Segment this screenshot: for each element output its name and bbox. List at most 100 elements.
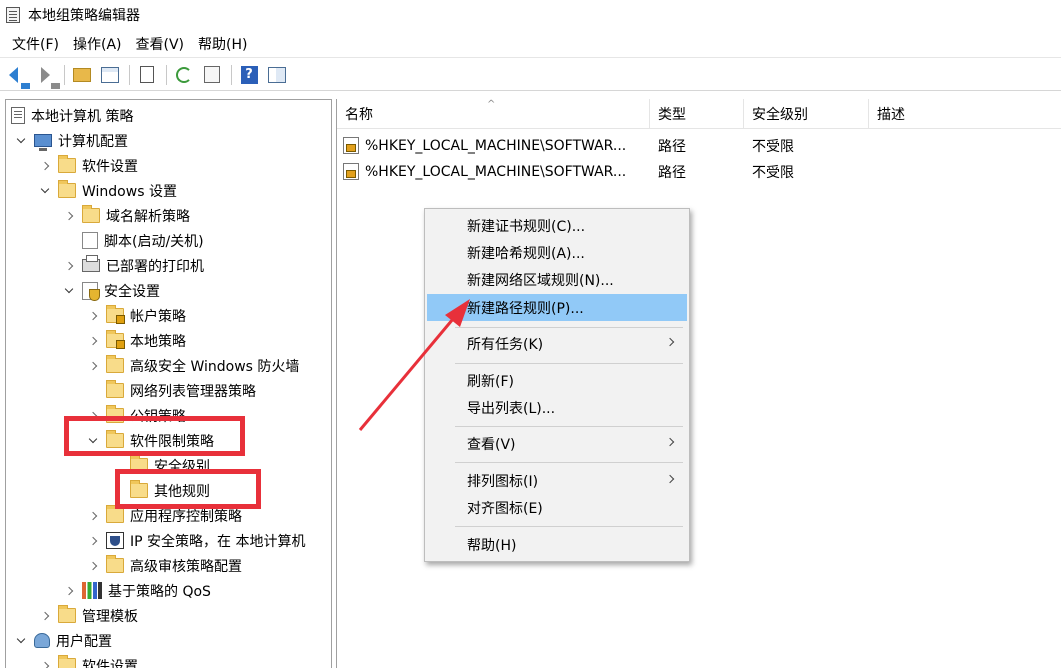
tree-item-windows-settings[interactable]: Windows 设置: [38, 178, 177, 203]
menu-item-label: 排列图标(I): [467, 473, 539, 490]
menu-help[interactable]: 帮助(H): [191, 34, 254, 54]
menu-separator: [455, 462, 683, 463]
toolbar-separator: [129, 64, 130, 85]
menu-separator: [455, 526, 683, 527]
tree-item-software-settings[interactable]: 软件设置: [38, 153, 138, 178]
menu-action[interactable]: 操作(A): [66, 34, 129, 54]
folder-icon: [106, 380, 124, 398]
show-hide-tree-button[interactable]: [99, 64, 121, 86]
tree-item-local-computer-policy[interactable]: 本地计算机 策略: [11, 103, 133, 128]
chevron-right-icon[interactable]: [38, 659, 52, 668]
menu-item-new-certificate-rule[interactable]: 新建证书规则(C)...: [427, 212, 687, 239]
list-item[interactable]: %HKEY_LOCAL_MACHINE\SOFTWAR... 路径 不受限: [337, 159, 1061, 184]
tree-pane[interactable]: 本地计算机 策略 计算机配置 软件设置 Windows 设置 域名解析策略 脚本…: [5, 99, 332, 668]
annotation-highlight-box: [64, 416, 245, 456]
annotation-arrow-icon: [358, 299, 470, 431]
export-list-icon: [204, 66, 220, 83]
forward-button[interactable]: [34, 64, 60, 89]
chevron-right-icon[interactable]: [86, 559, 100, 573]
submenu-arrow-icon: [665, 337, 675, 347]
tree-item-label: 软件设置: [82, 158, 138, 175]
tree-item-windows-firewall[interactable]: 高级安全 Windows 防火墙: [86, 353, 299, 378]
chevron-right-icon[interactable]: [86, 309, 100, 323]
list-item[interactable]: %HKEY_LOCAL_MACHINE\SOFTWAR... 路径 不受限: [337, 133, 1061, 158]
menu-separator: [455, 426, 683, 427]
menu-item-new-hash-rule[interactable]: 新建哈希规则(A)...: [427, 239, 687, 266]
tree-item-label: 域名解析策略: [106, 208, 190, 225]
script-icon: [82, 232, 98, 249]
folder-icon: [58, 655, 76, 668]
tree-item-label: 高级审核策略配置: [130, 558, 242, 575]
menu-file[interactable]: 文件(F): [5, 34, 66, 54]
tree-item-label: 计算机配置: [58, 133, 128, 150]
window-title: 本地组策略编辑器: [28, 8, 140, 24]
users-icon: [34, 633, 50, 648]
column-header-type[interactable]: 类型: [650, 99, 744, 129]
menu-item-line-up-icons[interactable]: 对齐图标(E): [427, 494, 687, 521]
refresh-button[interactable]: [173, 64, 195, 86]
group-policy-app-icon: [6, 7, 20, 23]
chevron-right-icon[interactable]: [38, 159, 52, 173]
chevron-down-icon[interactable]: [14, 134, 28, 148]
tree-item-user-config[interactable]: 用户配置: [14, 628, 112, 653]
chevron-right-icon[interactable]: [86, 509, 100, 523]
help-button[interactable]: ?: [238, 64, 260, 86]
properties-button[interactable]: [136, 64, 158, 86]
menu-item-help[interactable]: 帮助(H): [427, 531, 687, 558]
column-header-label: 名称: [345, 107, 373, 123]
tree-item-label: 已部署的打印机: [106, 258, 204, 275]
tree-item-label: IP 安全策略，在 本地计算机: [130, 533, 306, 550]
menu-view[interactable]: 查看(V): [129, 34, 192, 54]
tree-item-user-software-settings[interactable]: 软件设置: [38, 653, 138, 668]
column-header-description[interactable]: 描述: [869, 99, 1061, 129]
forward-arrow-icon: [40, 66, 60, 89]
column-header-label: 类型: [658, 107, 686, 123]
tree-item-deployed-printers[interactable]: 已部署的打印机: [62, 253, 204, 278]
security-icon: [82, 281, 100, 301]
chevron-right-icon[interactable]: [62, 209, 76, 223]
chevron-right-icon[interactable]: [86, 534, 100, 548]
tree-item-label: 本地策略: [130, 333, 186, 350]
tree-item-name-resolution-policy[interactable]: 域名解析策略: [62, 203, 190, 228]
policy-icon: [11, 107, 25, 124]
menu-item-label: 新建路径规则(P)...: [467, 300, 584, 317]
chevron-down-icon[interactable]: [14, 634, 28, 648]
tree-item-scripts[interactable]: 脚本(启动/关机): [62, 228, 204, 253]
menu-bar: 文件(F) 操作(A) 查看(V) 帮助(H): [0, 30, 1061, 58]
folder-icon: [106, 505, 124, 523]
tree-item-advanced-audit-policy[interactable]: 高级审核策略配置: [86, 553, 242, 578]
tree-item-ip-security-policies[interactable]: IP 安全策略，在 本地计算机: [86, 528, 305, 553]
back-button[interactable]: [6, 64, 30, 89]
rule-name: %HKEY_LOCAL_MACHINE\SOFTWAR...: [365, 163, 627, 180]
column-header-name[interactable]: 名称: [337, 99, 650, 129]
tree-item-computer-config[interactable]: 计算机配置: [14, 128, 128, 153]
tree-item-label: 软件设置: [82, 658, 138, 668]
chevron-down-icon[interactable]: [62, 284, 76, 298]
path-rule-icon: [343, 163, 359, 180]
menu-separator: [455, 363, 683, 364]
chevron-down-icon[interactable]: [38, 184, 52, 198]
chevron-right-icon[interactable]: [62, 584, 76, 598]
column-header-security-level[interactable]: 安全级别: [744, 99, 869, 129]
tree-item-label: 管理模板: [82, 608, 138, 625]
action-pane-button[interactable]: [266, 64, 288, 86]
chevron-right-icon[interactable]: [86, 359, 100, 373]
export-list-button[interactable]: [201, 64, 223, 86]
tree-item-security-settings[interactable]: 安全设置: [62, 278, 160, 303]
tree-item-network-list-manager[interactable]: 网络列表管理器策略: [86, 378, 256, 403]
menu-item-arrange-icons[interactable]: 排列图标(I): [427, 467, 687, 494]
tree-item-label: 网络列表管理器策略: [130, 383, 256, 400]
menu-item-new-network-zone-rule[interactable]: 新建网络区域规则(N)...: [427, 266, 687, 293]
tree-item-account-policies[interactable]: 帐户策略: [86, 303, 186, 328]
chevron-right-icon[interactable]: [38, 609, 52, 623]
up-level-button[interactable]: [71, 64, 93, 86]
chevron-right-icon[interactable]: [86, 334, 100, 348]
tree-item-local-policies[interactable]: 本地策略: [86, 328, 186, 353]
menu-separator: [455, 327, 683, 328]
rule-security-level: 不受限: [752, 164, 794, 181]
submenu-arrow-icon: [665, 437, 675, 447]
chevron-right-icon[interactable]: [62, 259, 76, 273]
tree-item-administrative-templates[interactable]: 管理模板: [38, 603, 138, 628]
tree-item-label: Windows 设置: [82, 183, 177, 200]
tree-item-policy-based-qos[interactable]: 基于策略的 QoS: [62, 578, 211, 603]
